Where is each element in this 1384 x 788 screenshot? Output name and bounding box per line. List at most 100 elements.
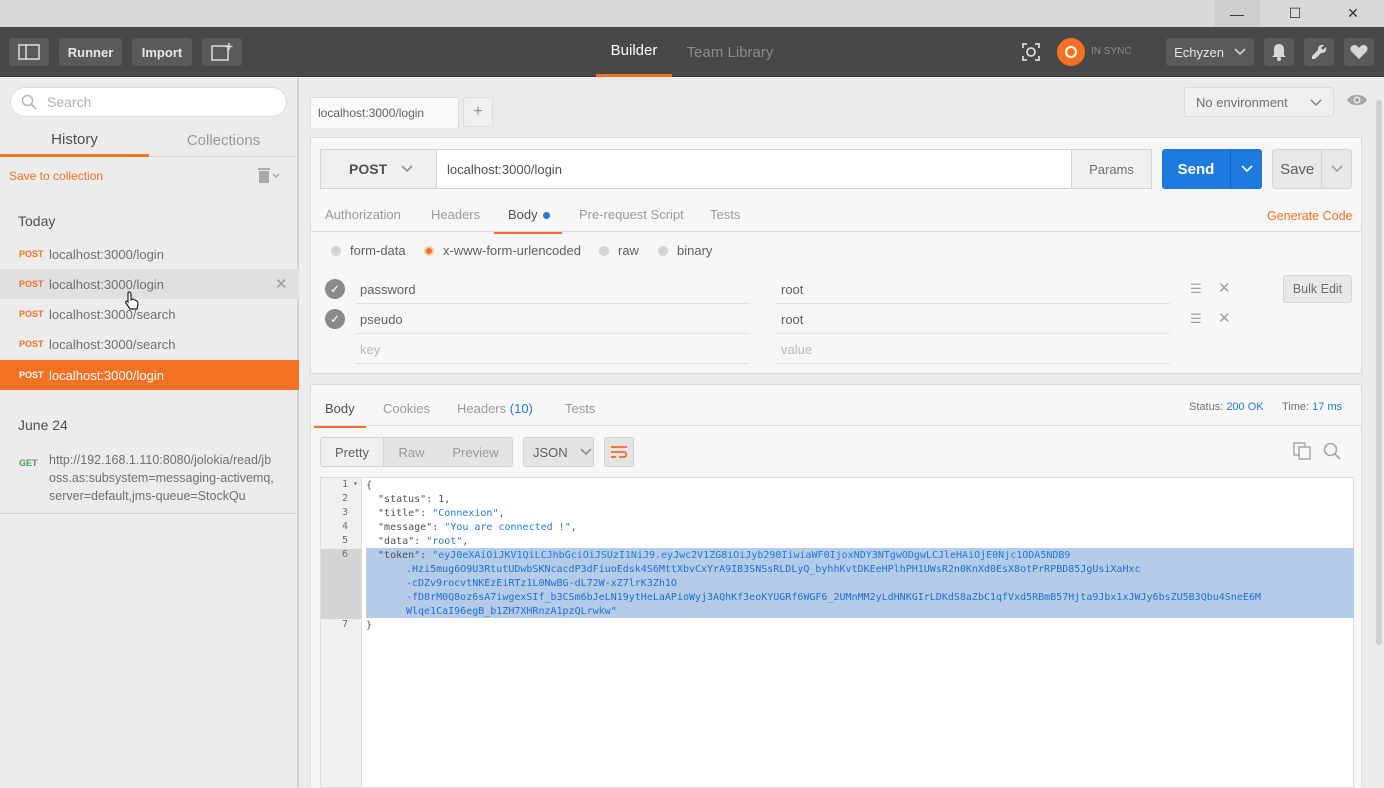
tab-history[interactable]: History — [0, 124, 149, 157]
url-input[interactable]: localhost:3000/login — [447, 162, 562, 177]
key-field[interactable]: password — [360, 282, 416, 297]
environment-select[interactable]: No environment — [1184, 87, 1334, 117]
format-pretty-button[interactable]: Pretty — [321, 438, 384, 466]
token-continuation: Wlqe1CaI96egB_b1ZH7XHRnzA1pzQLrwkw" — [406, 606, 617, 617]
params-button[interactable]: Params — [1071, 150, 1151, 188]
history-item[interactable]: GET http://192.168.1.110:8080/jolokia/re… — [0, 444, 299, 514]
trash-icon — [258, 168, 280, 183]
tab-builder[interactable]: Builder — [596, 27, 672, 77]
value-field[interactable]: root — [781, 282, 803, 297]
chevron-down-icon — [1234, 48, 1246, 56]
radio-raw[interactable]: raw — [599, 243, 639, 258]
code-line: { — [366, 480, 373, 491]
clear-history-button[interactable] — [257, 167, 280, 186]
method-badge: POST — [19, 370, 44, 380]
history-item[interactable]: POST localhost:3000/search — [0, 299, 299, 329]
search-input[interactable]: Search — [10, 87, 287, 117]
key-input[interactable]: key — [360, 342, 380, 357]
method-badge: POST — [19, 309, 44, 319]
chevron-down-icon — [580, 448, 592, 456]
kv-row: ✓ password root ☰ ✕ — [320, 274, 1242, 304]
save-options-button[interactable] — [1321, 150, 1351, 188]
toggle-sidebar-button[interactable] — [9, 38, 49, 66]
generate-code-link[interactable]: Generate Code — [1267, 209, 1352, 223]
history-item-url: localhost:3000/search — [49, 336, 176, 352]
response-tab-body[interactable]: Body — [314, 401, 366, 428]
value-field[interactable]: root — [781, 312, 803, 327]
tab-body[interactable]: Body — [494, 207, 562, 234]
tab-team-library[interactable]: Team Library — [680, 27, 780, 77]
request-tab[interactable]: localhost:3000/login — [310, 97, 459, 128]
drag-handle-icon[interactable]: ☰ — [1190, 311, 1202, 327]
radio-urlencoded[interactable]: x-www-form-urlencoded — [424, 243, 581, 258]
add-tab-button[interactable]: + — [463, 97, 493, 127]
radio-label: raw — [618, 243, 639, 258]
response-body-editor[interactable]: 1 ▾ 2 3 4 5 6 7 { "status": 1, "title": "… — [320, 477, 1354, 788]
history-item-active[interactable]: POST localhost:3000/login — [0, 360, 299, 390]
delete-row-icon[interactable]: ✕ — [1218, 309, 1231, 327]
response-tab-headers[interactable]: Headers (10) — [457, 401, 533, 416]
import-button[interactable]: Import — [132, 38, 192, 66]
search-response-button[interactable] — [1323, 442, 1341, 463]
format-preview-button[interactable]: Preview — [439, 438, 512, 466]
history-item[interactable]: POST localhost:3000/search — [0, 329, 299, 359]
drag-handle-icon[interactable]: ☰ — [1190, 281, 1202, 297]
chevron-down-icon — [1240, 165, 1253, 173]
method-value: POST — [349, 161, 388, 177]
send-options-button[interactable] — [1230, 149, 1262, 189]
format-toggle: Pretty Raw Preview — [320, 437, 513, 467]
method-select[interactable]: POST — [321, 150, 437, 188]
radio-label: x-www-form-urlencoded — [443, 243, 581, 258]
notifications-button[interactable] — [1264, 38, 1294, 66]
history-item[interactable]: POST localhost:3000/login — [0, 239, 299, 269]
environment-quick-look-button[interactable] — [1346, 93, 1368, 112]
search-icon — [21, 94, 37, 110]
value-input[interactable]: value — [781, 342, 812, 357]
delete-history-icon[interactable]: ✕ — [275, 275, 288, 293]
radio-binary[interactable]: binary — [658, 243, 712, 258]
row-enabled-checkbox[interactable]: ✓ — [325, 279, 345, 299]
wrap-lines-button[interactable] — [604, 437, 634, 467]
window-scrollbar[interactable] — [1376, 100, 1382, 645]
save-button[interactable]: Save — [1272, 149, 1352, 189]
history-item-url: localhost:3000/login — [49, 246, 164, 262]
tab-collections[interactable]: Collections — [149, 124, 298, 157]
settings-button[interactable] — [1304, 38, 1334, 66]
interceptor-button[interactable] — [1016, 38, 1046, 66]
format-raw-button[interactable]: Raw — [384, 438, 439, 466]
close-window-button[interactable]: ✕ — [1330, 0, 1376, 27]
sidebar-icon — [18, 44, 40, 60]
bulk-edit-button[interactable]: Bulk Edit — [1283, 275, 1352, 303]
user-menu[interactable]: Echyzen — [1166, 38, 1254, 66]
tab-authorization[interactable]: Authorization — [325, 207, 401, 222]
chevron-down-icon — [1310, 99, 1322, 107]
maximize-button[interactable]: ☐ — [1272, 0, 1318, 27]
response-tab-tests[interactable]: Tests — [565, 401, 595, 416]
response-tab-cookies[interactable]: Cookies — [383, 401, 430, 416]
delete-row-icon[interactable]: ✕ — [1218, 279, 1231, 297]
sidebar: Search History Collections Save to colle… — [0, 77, 299, 788]
history-item[interactable]: POST localhost:3000/login ✕ — [0, 269, 299, 299]
send-button[interactable]: Send — [1162, 149, 1262, 189]
heart-button[interactable] — [1344, 38, 1374, 66]
history-item-url: localhost:3000/login — [49, 276, 164, 292]
request-subtabs: Authorization Headers Body Pre-request S… — [311, 199, 1361, 234]
tab-pre-request-script[interactable]: Pre-request Script — [579, 207, 684, 222]
code-line: } — [366, 620, 373, 631]
status-value: 200 OK — [1226, 401, 1264, 413]
tab-tests[interactable]: Tests — [710, 207, 740, 222]
save-to-collection-link[interactable]: Save to collection — [9, 169, 103, 183]
runner-button[interactable]: Runner — [59, 38, 122, 66]
language-select[interactable]: JSON — [523, 437, 594, 467]
copy-response-button[interactable] — [1293, 442, 1311, 463]
row-enabled-checkbox[interactable]: ✓ — [325, 309, 345, 329]
sync-status-icon[interactable] — [1057, 38, 1085, 66]
tab-headers[interactable]: Headers — [431, 207, 480, 222]
key-field[interactable]: pseudo — [360, 312, 403, 327]
fold-arrow-icon[interactable]: ▾ — [353, 479, 358, 488]
minimize-button[interactable]: — — [1214, 0, 1260, 27]
url-bar: POST localhost:3000/login Params — [320, 149, 1152, 189]
radio-form-data[interactable]: form-data — [331, 243, 406, 258]
history-date-june: June 24 — [18, 417, 68, 433]
new-tab-button[interactable] — [202, 38, 242, 66]
